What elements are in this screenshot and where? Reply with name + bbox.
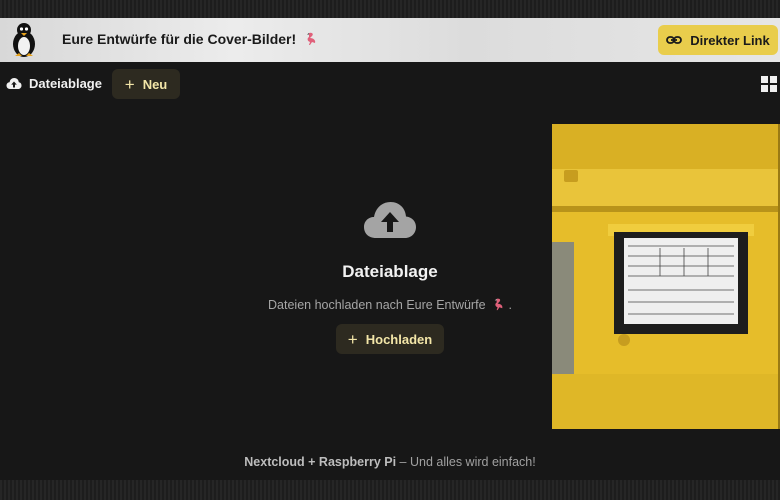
footer-brand: Nextcloud + Raspberry Pi bbox=[244, 455, 397, 469]
flamingo-emoji-icon bbox=[307, 32, 316, 45]
upload-button[interactable]: + Hochladen bbox=[336, 324, 444, 354]
footer-tagline: – Und alles wird einfach! bbox=[399, 455, 536, 469]
grid-view-toggle-icon[interactable] bbox=[760, 75, 778, 93]
penguin-logo-icon bbox=[13, 23, 35, 57]
page-footer: Nextcloud + Raspberry Pi – Und alles wir… bbox=[0, 455, 780, 469]
share-title: Eure Entwürfe für die Cover-Bilder! bbox=[62, 31, 318, 47]
empty-state-description-suffix: . bbox=[508, 298, 512, 312]
empty-state: Dateiablage Dateien hochladen nach Eure … bbox=[230, 200, 550, 354]
cloud-upload-icon bbox=[6, 78, 22, 89]
cloud-upload-large-icon bbox=[364, 202, 416, 238]
file-toolbar: Dateiablage + Neu bbox=[0, 62, 780, 106]
breadcrumb-label: Dateiablage bbox=[29, 76, 102, 91]
direct-link-button[interactable]: Direkter Link bbox=[658, 25, 778, 55]
empty-state-description-text: Dateien hochladen nach Eure Entwürfe bbox=[268, 298, 486, 312]
plus-icon: + bbox=[124, 74, 135, 94]
window-frame-bottom bbox=[0, 480, 780, 500]
direct-link-label: Direkter Link bbox=[690, 32, 770, 48]
share-title-text: Eure Entwürfe für die Cover-Bilder! bbox=[62, 31, 297, 47]
new-button-label: Neu bbox=[142, 76, 168, 92]
share-header: Eure Entwürfe für die Cover-Bilder! Dire… bbox=[0, 18, 780, 62]
empty-state-description: Dateien hochladen nach Eure Entwürfe . bbox=[230, 298, 550, 312]
flamingo-emoji-icon bbox=[494, 298, 503, 311]
new-button[interactable]: + Neu bbox=[112, 69, 180, 99]
mailbox-photo-thumbnail[interactable] bbox=[552, 124, 780, 429]
window-frame-top bbox=[0, 0, 780, 18]
plus-icon: + bbox=[347, 329, 358, 349]
link-icon bbox=[666, 36, 683, 44]
upload-button-label: Hochladen bbox=[365, 331, 433, 347]
breadcrumb-root[interactable]: Dateiablage bbox=[6, 76, 102, 91]
empty-state-title: Dateiablage bbox=[342, 262, 438, 281]
